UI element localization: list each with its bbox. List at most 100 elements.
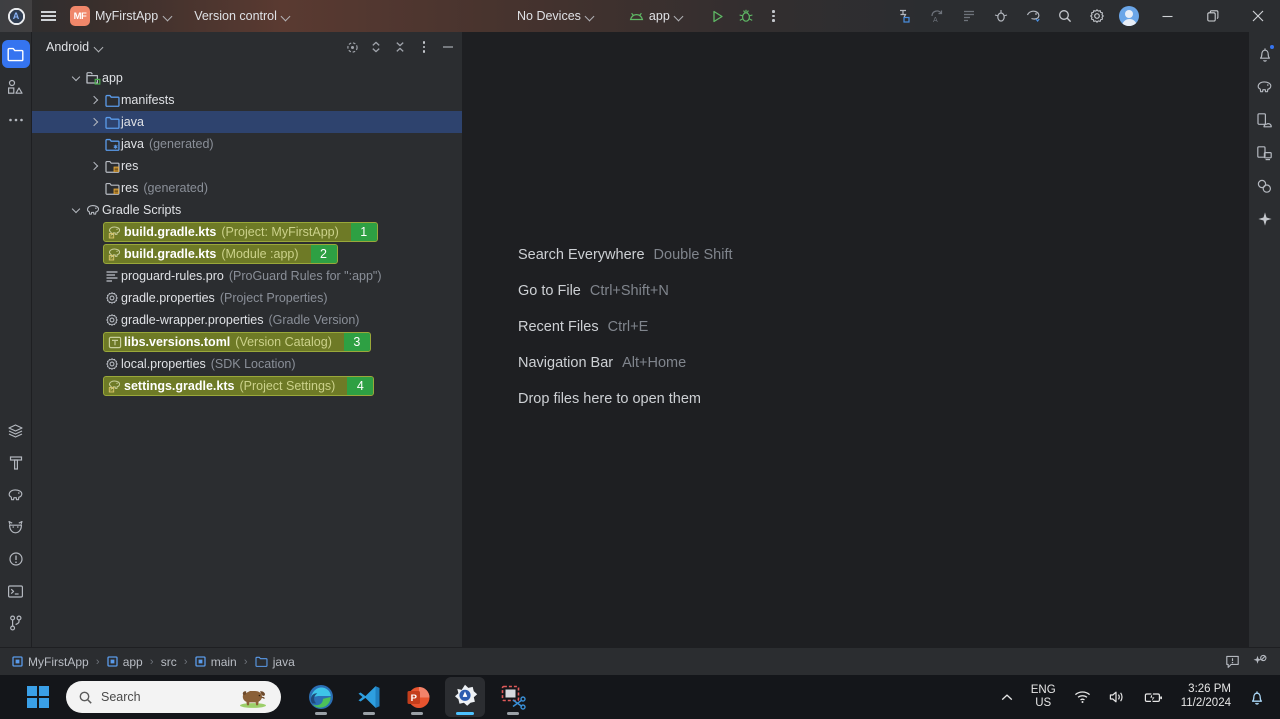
- sidebar-item-commit[interactable]: [2, 73, 30, 101]
- android-studio-logo-icon[interactable]: A: [0, 0, 32, 32]
- sidebar-item-version-control[interactable]: [2, 609, 30, 637]
- breadcrumb-item-myfirstapp[interactable]: MyFirstApp: [8, 653, 93, 671]
- tree-node-java[interactable]: java (generated): [32, 133, 462, 155]
- tree-node-manifests[interactable]: manifests: [32, 89, 462, 111]
- taskbar-app-microsoft-edge[interactable]: [301, 677, 341, 717]
- editor-hint-row[interactable]: Navigation Bar Alt+Home: [518, 345, 733, 381]
- sidebar-item-notifications[interactable]: [1251, 40, 1279, 68]
- breadcrumb-item-main[interactable]: main: [191, 653, 241, 671]
- run-button[interactable]: [705, 4, 731, 28]
- tree-node-local-properties[interactable]: local.properties (SDK Location): [32, 353, 462, 375]
- profiler-icon[interactable]: [985, 0, 1017, 32]
- search-icon[interactable]: [1049, 0, 1081, 32]
- chevron-right-icon[interactable]: [87, 111, 103, 133]
- sidebar-item-device-manager[interactable]: [1251, 106, 1279, 134]
- version-control-menu[interactable]: Version control: [187, 5, 298, 27]
- select-opened-file-button[interactable]: [340, 35, 364, 59]
- breadcrumb-item-app[interactable]: app: [103, 653, 147, 671]
- sidebar-item-device-streaming[interactable]: [1251, 172, 1279, 200]
- hamburger-menu-icon[interactable]: [32, 0, 64, 32]
- close-button[interactable]: [1235, 0, 1280, 32]
- sidebar-item-gradle-right[interactable]: [1251, 73, 1279, 101]
- collapse-all-button[interactable]: [388, 35, 412, 59]
- tray-overflow-button[interactable]: [996, 679, 1018, 715]
- breadcrumb-item-src[interactable]: src: [157, 653, 181, 671]
- sidebar-item-app-quality-insights[interactable]: [2, 513, 30, 541]
- maximize-button[interactable]: [1190, 0, 1235, 32]
- editor-hint-row[interactable]: Recent Files Ctrl+E: [518, 309, 733, 345]
- project-panel-options-button[interactable]: [412, 35, 436, 59]
- run-more-options-button[interactable]: [761, 4, 787, 28]
- user-avatar[interactable]: [1119, 6, 1139, 26]
- tree-node-highlight[interactable]: libs.versions.toml (Version Catalog) 3: [103, 332, 371, 352]
- taskbar-app-powerpoint[interactable]: P: [397, 677, 437, 717]
- tree-node-gradle-wrapper-properties[interactable]: gradle-wrapper.properties (Gradle Version…: [32, 309, 462, 331]
- step-badge: 1: [350, 223, 377, 241]
- sidebar-item-gemini[interactable]: [1251, 205, 1279, 233]
- chevron-down-icon[interactable]: [68, 67, 84, 89]
- chevron-right-icon[interactable]: [87, 89, 103, 111]
- code-with-me-button[interactable]: [1248, 650, 1272, 674]
- logcat-restart-icon[interactable]: A: [921, 0, 953, 32]
- editor-hint-row[interactable]: Search Everywhere Double Shift: [518, 237, 733, 273]
- sidebar-item-gradle[interactable]: [2, 481, 30, 509]
- device-manager-icon[interactable]: [1017, 0, 1049, 32]
- taskbar-search-box[interactable]: Search: [66, 681, 281, 713]
- notification-center-button[interactable]: [1244, 679, 1270, 715]
- tree-arrow-placeholder: [87, 287, 103, 309]
- tree-node-highlight[interactable]: Kbuild.gradle.kts (Project: MyFirstApp) 1: [103, 222, 378, 242]
- sidebar-item-problems[interactable]: [2, 545, 30, 573]
- tree-node-highlight[interactable]: Kbuild.gradle.kts (Module :app) 2: [103, 244, 338, 264]
- project-view-selector[interactable]: Android: [42, 38, 107, 56]
- tree-node-build-gradle-kts[interactable]: Kbuild.gradle.kts (Module :app) 2: [32, 243, 462, 265]
- debug-button[interactable]: [733, 4, 759, 28]
- sidebar-item-project[interactable]: [1, 40, 30, 68]
- hide-panel-button[interactable]: [436, 35, 460, 59]
- run-configuration-selector[interactable]: app: [622, 5, 691, 27]
- tree-node-build-gradle-kts[interactable]: Kbuild.gradle.kts (Project: MyFirstApp) 1: [32, 221, 462, 243]
- tree-node-java[interactable]: java: [32, 111, 462, 133]
- sidebar-item-more[interactable]: [2, 106, 30, 134]
- windows-start-button[interactable]: [18, 677, 58, 717]
- close-icon: [1252, 10, 1263, 22]
- tree-node-app[interactable]: app: [32, 67, 462, 89]
- tree-node-res[interactable]: res (generated): [32, 177, 462, 199]
- event-log-button[interactable]: [1220, 650, 1244, 674]
- device-file-explorer-icon[interactable]: [953, 0, 985, 32]
- language-indicator[interactable]: ENG US: [1026, 679, 1061, 715]
- editor-hint-label: Search Everywhere: [518, 247, 645, 263]
- sidebar-item-running-devices[interactable]: [1251, 139, 1279, 167]
- sidebar-item-build-variants[interactable]: [2, 417, 30, 445]
- volume-button[interactable]: [1104, 679, 1131, 715]
- clock-button[interactable]: 3:26 PM 11/2/2024: [1176, 679, 1236, 715]
- tree-node-highlight[interactable]: Ksettings.gradle.kts (Project Settings) 4: [103, 376, 375, 396]
- device-selector[interactable]: No Devices: [510, 5, 602, 27]
- tree-node-res[interactable]: res: [32, 155, 462, 177]
- tree-node-libs-versions-toml[interactable]: libs.versions.toml (Version Catalog) 3: [32, 331, 462, 353]
- minimize-dash-icon: [443, 46, 453, 48]
- editor-hint-row[interactable]: Go to File Ctrl+Shift+N: [518, 273, 733, 309]
- tree-node-gradle-properties[interactable]: gradle.properties (Project Properties): [32, 287, 462, 309]
- title-bar-left: A MF MyFirstApp Version control: [0, 0, 298, 32]
- tree-arrow-placeholder: [87, 133, 103, 155]
- folder-generated-icon: [103, 138, 121, 151]
- minimize-button[interactable]: [1145, 0, 1190, 32]
- tree-node-gradle-scripts[interactable]: Gradle Scripts: [32, 199, 462, 221]
- taskbar-app-snipping-tool[interactable]: [493, 677, 533, 717]
- arrow-glyph: [89, 161, 99, 171]
- app-inspection-icon[interactable]: [889, 0, 921, 32]
- tree-node-settings-gradle-kts[interactable]: Ksettings.gradle.kts (Project Settings) 4: [32, 375, 462, 397]
- chevron-right-icon[interactable]: [87, 155, 103, 177]
- taskbar-app-vscode[interactable]: [349, 677, 389, 717]
- chevron-down-icon[interactable]: [68, 199, 84, 221]
- sidebar-item-terminal[interactable]: [2, 577, 30, 605]
- taskbar-app-android-studio[interactable]: [445, 677, 485, 717]
- sidebar-item-build[interactable]: [2, 449, 30, 477]
- tree-node-proguard-rules-pro[interactable]: proguard-rules.pro (ProGuard Rules for ":…: [32, 265, 462, 287]
- breadcrumb-item-java[interactable]: java: [251, 653, 299, 671]
- expand-collapse-button[interactable]: [364, 35, 388, 59]
- battery-button[interactable]: [1139, 679, 1168, 715]
- project-selector[interactable]: MF MyFirstApp: [64, 5, 179, 27]
- settings-gear-icon[interactable]: [1081, 0, 1113, 32]
- network-status-button[interactable]: [1069, 679, 1096, 715]
